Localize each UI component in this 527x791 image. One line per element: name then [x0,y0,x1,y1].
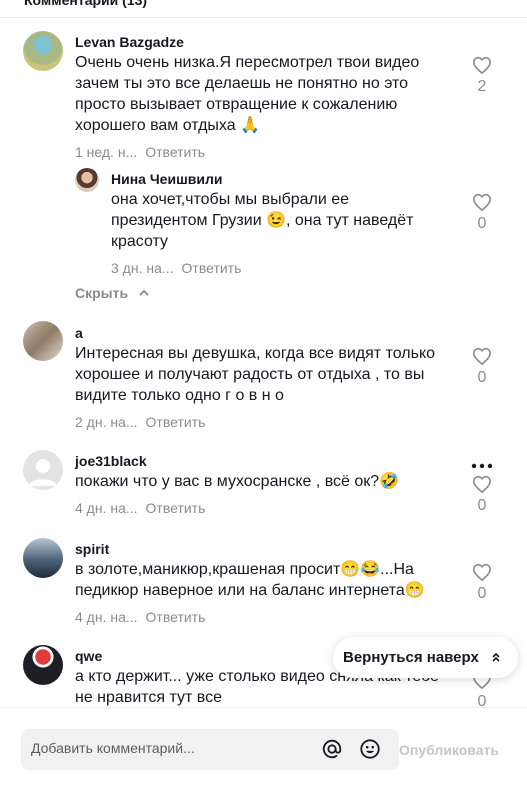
reply-button[interactable]: Ответить [146,500,206,516]
reply-meta: 3 дн. на... Ответить [111,260,241,276]
comment-time: 1 нед. н... [75,144,138,160]
avatar[interactable] [23,645,63,685]
smiley-icon[interactable] [359,738,381,760]
comment-time: 4 дн. на... [75,609,138,625]
back-to-top-button[interactable]: Вернуться наверх [333,637,518,678]
like-button[interactable]: 2 [470,56,494,96]
heart-outline-icon [472,347,492,365]
default-user-icon [29,459,57,486]
avatar[interactable] [23,450,63,490]
like-button[interactable]: 0 [470,475,494,515]
comment-time: 4 дн. на... [75,500,138,516]
comment-text: в золоте,маникюр,крашеная просит😁😂...На … [75,561,425,599]
comment-username[interactable]: joe31black [75,453,147,469]
like-count: 0 [477,585,487,602]
bottom-divider [0,707,527,708]
comment-username[interactable]: a [75,325,83,341]
more-horizontal-icon[interactable] [471,452,493,475]
comment-meta: 1 нед. н... Ответить [75,144,205,160]
hide-replies-button[interactable]: Скрыть [75,285,150,301]
reply-button[interactable]: Ответить [146,609,206,625]
heart-outline-icon [472,56,492,74]
like-button[interactable]: 0 [470,563,494,603]
like-count: 0 [477,693,487,710]
comment-meta: 2 дн. на... Ответить [75,414,205,430]
comment-text: Интересная вы девушка, когда все видят т… [75,345,436,404]
reply-button[interactable]: Ответить [145,144,205,160]
heart-outline-icon [472,563,492,581]
reply-username[interactable]: Нина Чеишвили [111,171,222,187]
reply-time: 3 дн. на... [111,260,174,276]
comment-username[interactable]: qwe [75,648,102,664]
hide-replies-label: Скрыть [75,285,129,301]
reply-button[interactable]: Ответить [146,414,206,430]
like-count: 0 [477,215,487,232]
comment-username[interactable]: Levan Bazgadze [75,34,184,50]
comment-composer [21,729,399,770]
avatar[interactable] [23,538,63,578]
back-to-top-label: Вернуться наверх [343,649,479,666]
comment-text: Очень очень низка.Я пересмотрел твои вид… [75,54,420,134]
like-button[interactable]: 0 [470,193,494,233]
avatar[interactable] [75,168,99,192]
like-count: 0 [477,369,487,386]
comment-meta: 4 дн. на... Ответить [75,609,205,625]
heart-outline-icon [472,475,492,493]
heart-outline-icon [472,193,492,211]
comment-time: 2 дн. на... [75,414,138,430]
chevron-up-icon [139,289,149,296]
publish-button[interactable]: Опубликовать [399,742,499,758]
avatar[interactable] [23,321,63,361]
like-count: 0 [477,497,487,514]
avatar[interactable] [23,31,63,71]
comment-username[interactable]: spirit [75,541,109,557]
at-sign-icon[interactable] [321,738,343,760]
reply-text: она хочет,чтобы мы выбрали ее президенто… [111,191,414,250]
like-button[interactable]: 0 [470,347,494,387]
top-divider [0,17,527,18]
double-chevron-up-icon [492,652,500,662]
reply-button[interactable]: Ответить [182,260,242,276]
like-count: 2 [477,78,487,95]
comments-header-title: Комментарии (13) [24,0,148,8]
comment-text: покажи что у вас в мухосранске , всё ок?… [75,473,400,490]
comment-meta: 4 дн. на... Ответить [75,500,205,516]
comment-input[interactable] [31,740,301,756]
